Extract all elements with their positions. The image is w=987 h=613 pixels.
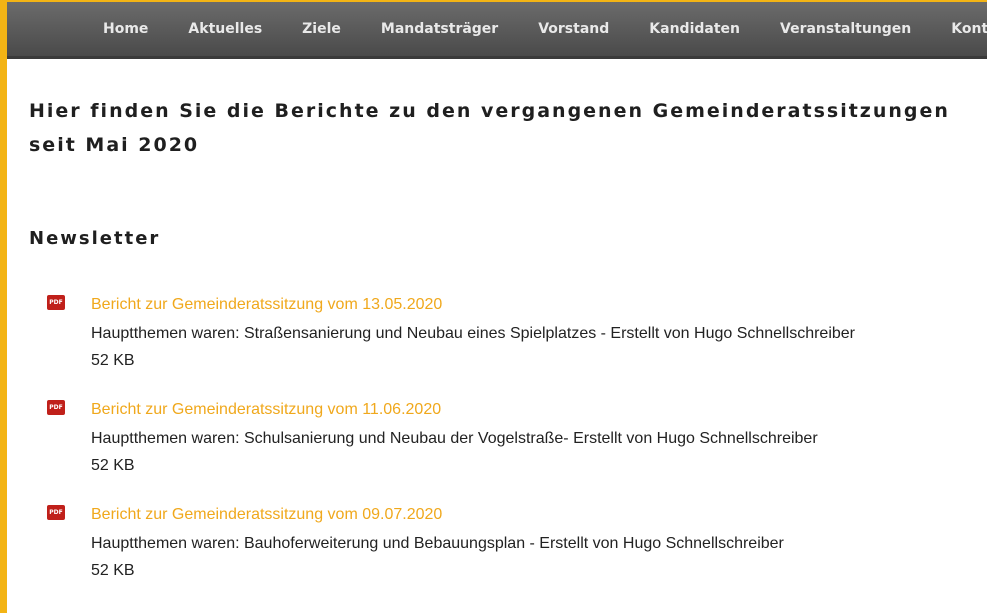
document-link[interactable]: Bericht zur Gemeinderatssitzung vom 13.0… [91,296,442,314]
document-file-size: 52 KB [91,352,135,369]
page-title: Hier finden Sie die Berichte zu den verg… [29,100,950,156]
main-navigation: Home Aktuelles Ziele Mandatsträger Vorst… [7,2,987,59]
document-description: Hauptthemen waren: Schulsanierung und Ne… [91,430,818,447]
nav-item-home[interactable]: Home [103,21,148,37]
document-link[interactable]: Bericht zur Gemeinderatssitzung vom 11.0… [91,401,441,419]
pdf-icon[interactable]: PDF [47,295,65,310]
pdf-icon[interactable]: PDF [47,505,65,520]
document-description: Hauptthemen waren: Straßensanierung und … [91,325,855,342]
section-title-newsletter: Newsletter [29,228,161,249]
nav-item-kandidaten[interactable]: Kandidaten [649,21,740,37]
nav-item-veranstaltungen[interactable]: Veranstaltungen [780,21,911,37]
document-item: PDF Bericht zur Gemeinderatssitzung vom … [47,502,977,607]
nav-item-mandatstraeger[interactable]: Mandatsträger [381,21,498,37]
page-frame: Home Aktuelles Ziele Mandatsträger Vorst… [0,0,987,613]
document-file-size: 52 KB [91,562,135,579]
document-list: PDF Bericht zur Gemeinderatssitzung vom … [47,292,977,607]
document-item: PDF Bericht zur Gemeinderatssitzung vom … [47,292,977,397]
nav-item-ziele[interactable]: Ziele [302,21,341,37]
nav-items: Home Aktuelles Ziele Mandatsträger Vorst… [103,2,987,56]
document-link[interactable]: Bericht zur Gemeinderatssitzung vom 09.0… [91,506,442,524]
document-item: PDF Bericht zur Gemeinderatssitzung vom … [47,397,977,502]
document-description: Hauptthemen waren: Bauhoferweiterung und… [91,535,784,552]
document-file-size: 52 KB [91,457,135,474]
pdf-icon[interactable]: PDF [47,400,65,415]
nav-item-aktuelles[interactable]: Aktuelles [188,21,262,37]
nav-item-kontakt[interactable]: Kontak [951,21,987,37]
nav-item-vorstand[interactable]: Vorstand [538,21,609,37]
